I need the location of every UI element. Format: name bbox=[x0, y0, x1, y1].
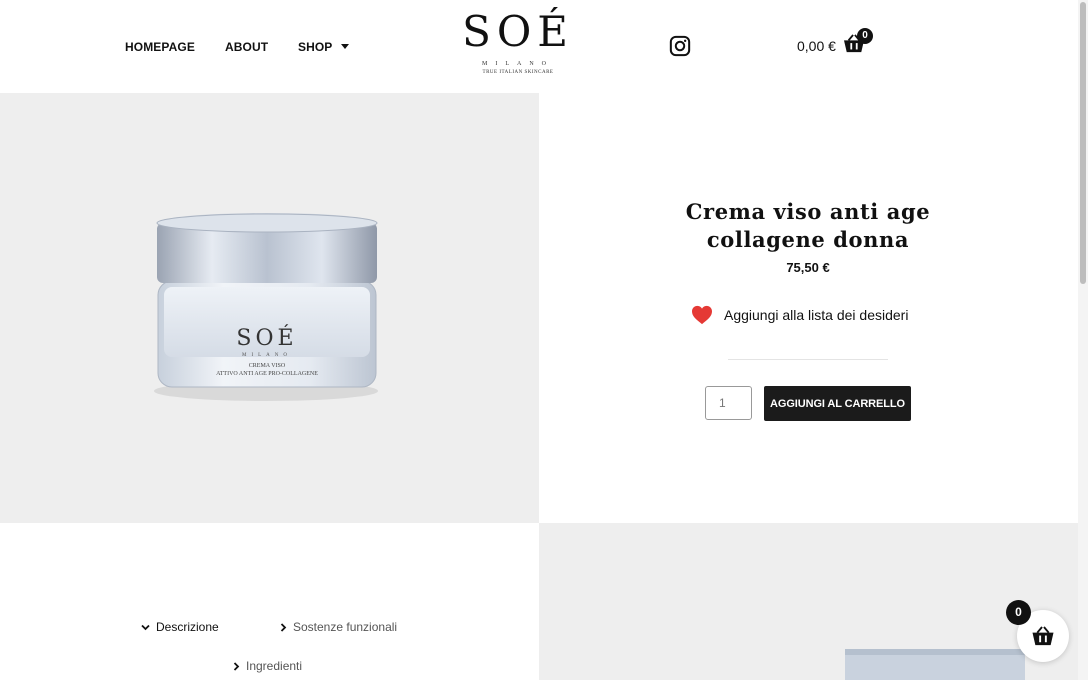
product-title: Crema viso anti age collagene donna bbox=[666, 198, 950, 254]
product-title-line1: Crema viso anti age bbox=[685, 199, 931, 224]
jar-label-line2: ATTIVO ANTI AGE PRO-COLLAGENE bbox=[216, 371, 318, 377]
scrollbar-thumb[interactable] bbox=[1080, 2, 1086, 284]
instagram-icon[interactable] bbox=[669, 35, 691, 57]
nav-homepage[interactable]: HOMEPAGE bbox=[125, 40, 195, 54]
basket-icon bbox=[1032, 626, 1054, 646]
tab-descrizione-label: Descrizione bbox=[156, 620, 219, 634]
add-to-wishlist-button[interactable]: Aggiungi alla lista dei desideri bbox=[691, 303, 908, 327]
product-box-image bbox=[845, 649, 1025, 680]
logo-city: MILANO bbox=[482, 61, 554, 67]
cart-total[interactable]: 0,00 € bbox=[797, 38, 836, 54]
page-scrollbar[interactable] bbox=[1078, 0, 1088, 680]
product-jar-image[interactable]: SOÉ MILANO CREMA VISO ATTIVO ANTI AGE PR… bbox=[150, 205, 382, 405]
jar-label-line1: CREMA VISO bbox=[249, 363, 286, 369]
caret-down-icon bbox=[341, 44, 350, 50]
nav-shop[interactable]: SHOP bbox=[298, 40, 350, 54]
product-price: 75,50 € bbox=[786, 260, 830, 275]
jar-brand-sub: MILANO bbox=[242, 353, 292, 358]
logo-wordmark: SOÉ bbox=[462, 7, 574, 56]
chevron-right-icon bbox=[280, 622, 287, 632]
site-header: HOMEPAGE ABOUT SHOP SOÉ MILANO TRUE ITAL… bbox=[0, 0, 1078, 93]
product-image-panel[interactable]: SOÉ MILANO CREMA VISO ATTIVO ANTI AGE PR… bbox=[0, 93, 539, 523]
chevron-down-icon bbox=[141, 624, 150, 630]
tab-sostenze-label: Sostenze funzionali bbox=[293, 620, 398, 634]
divider bbox=[728, 359, 888, 360]
product-title-line2: collagene donna bbox=[706, 227, 910, 252]
floating-cart-count-badge: 0 bbox=[1006, 600, 1031, 625]
tab-sostenze-funzionali[interactable]: Sostenze funzionali bbox=[280, 620, 397, 634]
jar-brand-text: SOÉ bbox=[236, 324, 297, 351]
logo-tagline: TRUE ITALIAN SKINCARE bbox=[482, 70, 554, 75]
heart-icon bbox=[692, 305, 712, 325]
secondary-image-panel bbox=[539, 523, 1078, 680]
nav-about[interactable]: ABOUT bbox=[225, 40, 268, 54]
chevron-right-icon bbox=[233, 661, 240, 671]
quantity-input[interactable] bbox=[705, 386, 752, 420]
tab-descrizione[interactable]: Descrizione bbox=[141, 620, 219, 634]
cart-count-badge: 0 bbox=[857, 28, 873, 44]
site-logo[interactable]: SOÉ MILANO TRUE ITALIAN SKINCARE bbox=[462, 8, 574, 84]
add-to-cart-button[interactable]: AGGIUNGI AL CARRELLO bbox=[764, 386, 911, 421]
wishlist-label: Aggiungi alla lista dei desideri bbox=[724, 307, 909, 323]
tab-ingredienti[interactable]: Ingredienti bbox=[233, 659, 302, 673]
product-tabs-panel: Descrizione Sostenze funzionali Ingredie… bbox=[0, 523, 539, 680]
nav-shop-label: SHOP bbox=[298, 40, 333, 54]
tab-ingredienti-label: Ingredienti bbox=[246, 659, 303, 673]
